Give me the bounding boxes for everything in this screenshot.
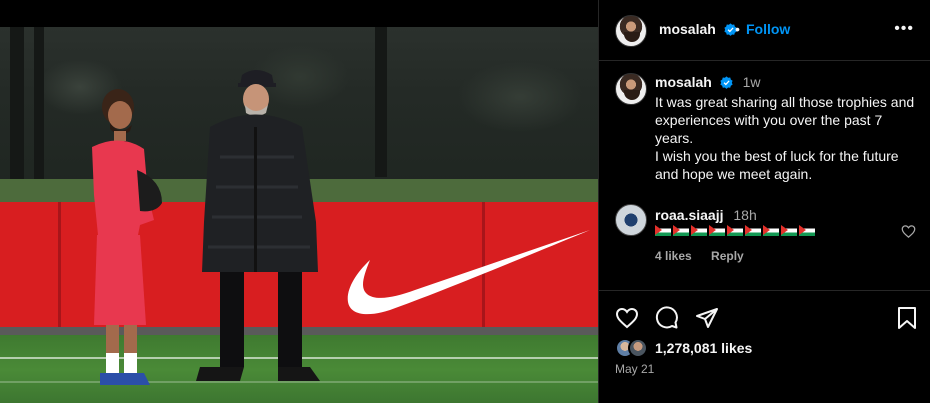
caption-username[interactable]: mosalah: [655, 74, 712, 90]
likes-count[interactable]: 1,278,081 likes: [655, 340, 752, 356]
post-header: mosalah • Follow •••: [599, 0, 930, 61]
comment-likes[interactable]: 4 likes: [655, 249, 692, 263]
author-avatar[interactable]: [615, 15, 647, 47]
comment-meta: 4 likes Reply: [655, 249, 760, 263]
post-actions: 1,278,081 likes May 21: [599, 290, 930, 403]
caption-time[interactable]: 1w: [743, 74, 761, 90]
author-username-text[interactable]: mosalah: [659, 21, 716, 37]
post-sidebar: mosalah • Follow ••• mosalah 1w It was g…: [598, 0, 930, 403]
nike-swoosh-logo: [347, 230, 590, 315]
caption-author-avatar[interactable]: [615, 73, 647, 105]
verified-badge-icon: [720, 76, 733, 89]
board-divider: [58, 202, 61, 334]
separator-dot: •: [735, 21, 740, 37]
heart-icon[interactable]: [615, 306, 639, 330]
comment-heart-icon[interactable]: [901, 224, 916, 239]
likers-avatars[interactable]: [615, 338, 653, 358]
more-horizontal-icon[interactable]: •••: [894, 20, 914, 38]
author-username[interactable]: mosalah: [659, 21, 737, 37]
comment-time[interactable]: 18h: [733, 207, 756, 223]
palestine-flag-emoji: [727, 225, 743, 236]
palestine-flag-emoji: [799, 225, 815, 236]
liker-avatar: [628, 338, 648, 358]
comment-flags: [655, 225, 895, 239]
post-photo[interactable]: [0, 0, 598, 403]
caption-text: It was great sharing all those trophies …: [655, 94, 915, 182]
comment: roaa.siaajj 18h: [655, 206, 895, 239]
palestine-flag-emoji: [709, 225, 725, 236]
palestine-flag-emoji: [763, 225, 779, 236]
share-icon[interactable]: [695, 306, 719, 330]
follow-button[interactable]: Follow: [746, 21, 790, 37]
caption: mosalah 1w It was great sharing all thos…: [655, 73, 917, 183]
comment-reply-button[interactable]: Reply: [711, 249, 744, 263]
bookmark-icon[interactable]: [895, 306, 919, 330]
commenter-avatar[interactable]: [615, 204, 647, 236]
player-figure: [92, 89, 162, 385]
commenter-username[interactable]: roaa.siaajj: [655, 207, 724, 223]
palestine-flag-emoji: [745, 225, 761, 236]
palestine-flag-emoji: [655, 225, 671, 236]
background-pole: [375, 27, 387, 177]
palestine-flag-emoji: [691, 225, 707, 236]
palestine-flag-emoji: [781, 225, 797, 236]
palestine-flag-emoji: [673, 225, 689, 236]
comment-icon[interactable]: [655, 306, 679, 330]
coach-figure: [196, 70, 320, 381]
photo-scene: [0, 27, 598, 403]
post-date[interactable]: May 21: [615, 362, 654, 376]
